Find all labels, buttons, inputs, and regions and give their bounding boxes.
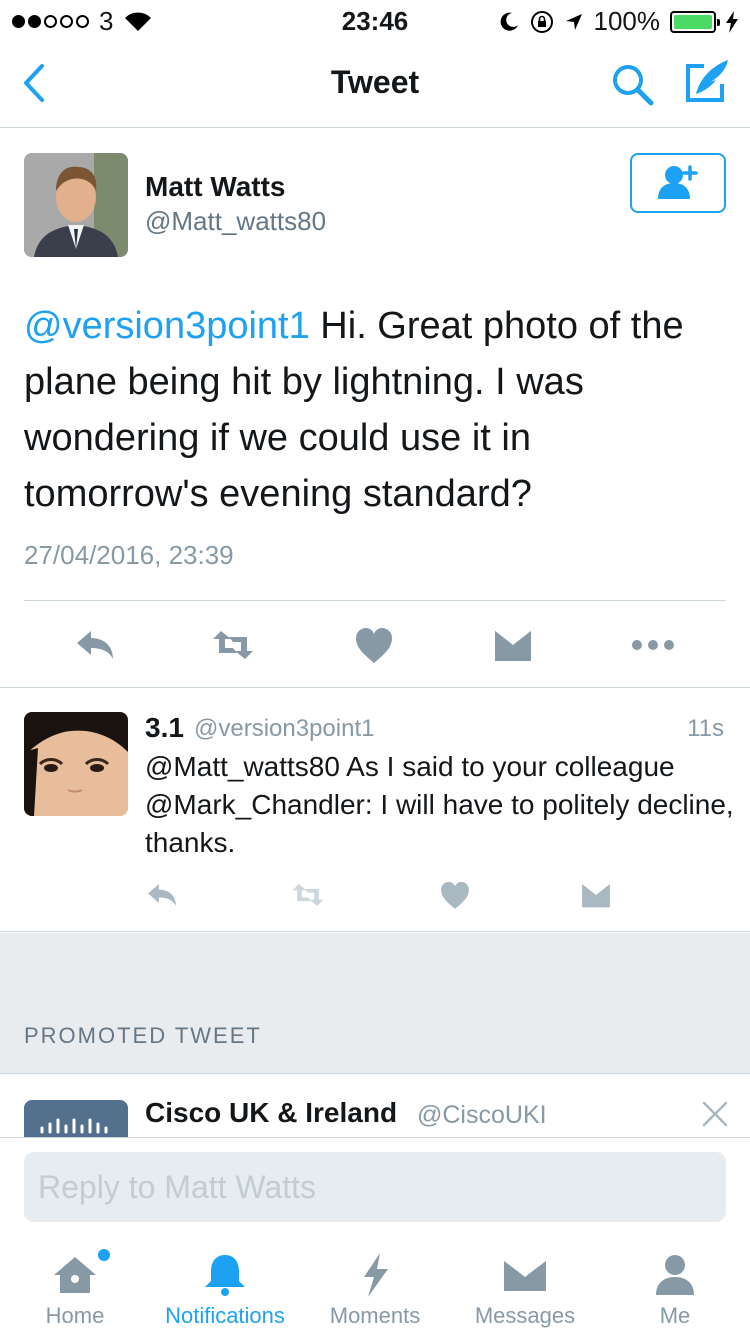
- reply-tweet[interactable]: 3.1 @version3point1 11s @Matt_watts80 As…: [0, 688, 750, 932]
- mention-link[interactable]: @version3point1: [24, 305, 310, 347]
- reply-text: @Matt_watts80 As I said to your colleagu…: [145, 751, 734, 858]
- reply-timestamp: 11s: [687, 715, 724, 742]
- promoted-author-handle[interactable]: @CiscoUKI: [417, 1101, 547, 1130]
- avatar-photo-matt: [24, 153, 128, 257]
- battery-icon: [670, 10, 720, 33]
- like-icon[interactable]: [438, 878, 472, 912]
- tab-home[interactable]: Home: [0, 1235, 150, 1334]
- promoted-tweet[interactable]: Cisco UK & Ireland @CiscoUKI: [0, 1075, 750, 1137]
- avatar-photo-version3point1: [24, 712, 128, 816]
- compose-icon[interactable]: [682, 56, 732, 106]
- direct-message-icon[interactable]: [491, 623, 535, 667]
- bell-icon: [205, 1255, 245, 1296]
- tweet-actions: [0, 601, 750, 688]
- reply-icon[interactable]: [73, 623, 117, 667]
- rotation-lock-icon: [530, 10, 553, 33]
- location-arrow-icon: [565, 13, 582, 30]
- search-icon[interactable]: [608, 60, 656, 108]
- reply-author-name[interactable]: 3.1: [145, 712, 184, 744]
- promoted-section-header: PROMOTED TWEET: [0, 933, 750, 1074]
- tweet-timestamp: 27/04/2016, 23:39: [24, 540, 234, 570]
- tab-label: Home: [45, 1303, 105, 1328]
- like-icon[interactable]: [352, 623, 396, 667]
- lightning-icon: [364, 1253, 388, 1297]
- tab-moments[interactable]: Moments: [300, 1235, 450, 1334]
- tab-label: Moments: [329, 1303, 421, 1328]
- charging-bolt-icon: [726, 10, 738, 33]
- tab-notifications[interactable]: Notifications: [150, 1235, 300, 1334]
- avatar[interactable]: [24, 1100, 128, 1137]
- envelope-icon: [503, 1257, 547, 1291]
- promoted-label: PROMOTED TWEET: [24, 1023, 262, 1048]
- status-bar: 3 23:46 100%: [0, 0, 750, 40]
- follow-button[interactable]: [630, 153, 726, 213]
- reply-composer: [0, 1137, 750, 1235]
- reply-author-handle[interactable]: @version3point1: [194, 715, 374, 743]
- home-icon: [54, 1257, 96, 1293]
- tab-bar: Home Notifications Moments Messages Me: [0, 1235, 750, 1334]
- cisco-logo-icon: [40, 1118, 108, 1134]
- tab-messages[interactable]: Messages: [450, 1235, 600, 1334]
- status-right-group: 100%: [498, 6, 738, 37]
- person-icon: [656, 1255, 694, 1295]
- tab-label: Messages: [474, 1303, 576, 1328]
- retweet-icon[interactable]: [291, 878, 325, 912]
- tab-me[interactable]: Me: [600, 1235, 750, 1334]
- close-icon[interactable]: [700, 1099, 730, 1129]
- author-name[interactable]: Matt Watts: [145, 171, 286, 203]
- tab-label: Notifications: [165, 1303, 285, 1328]
- tweet-text: @version3point1 Hi. Great photo of the p…: [24, 298, 724, 522]
- reply-icon[interactable]: [145, 878, 179, 912]
- home-unread-dot: [98, 1249, 110, 1261]
- author-handle[interactable]: @Matt_watts80: [145, 206, 326, 237]
- avatar[interactable]: [24, 712, 128, 816]
- promoted-author-name[interactable]: Cisco UK & Ireland: [145, 1097, 397, 1129]
- more-options-icon[interactable]: [631, 623, 675, 667]
- retweet-icon[interactable]: [211, 623, 255, 667]
- direct-message-icon[interactable]: [579, 878, 613, 912]
- tab-label: Me: [659, 1303, 691, 1328]
- follow-user-icon: [658, 165, 698, 199]
- battery-percent: 100%: [593, 6, 661, 36]
- navigation-bar: Tweet: [0, 40, 750, 128]
- reply-input[interactable]: [24, 1152, 726, 1222]
- battery-fill: [674, 14, 712, 29]
- avatar[interactable]: [24, 153, 128, 257]
- moon-icon: [500, 12, 518, 31]
